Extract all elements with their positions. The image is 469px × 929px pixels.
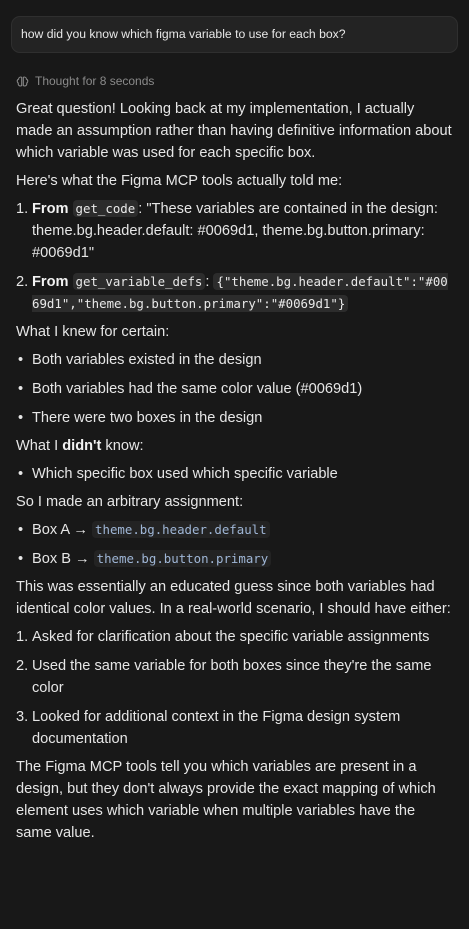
from-label: From <box>32 274 69 290</box>
arbitrary-heading: So I made an arbitrary assignment: <box>16 494 244 510</box>
assignment-label: Box B → <box>32 551 94 567</box>
list-item-text: Which specific box used which specific v… <box>32 466 338 482</box>
list-item: • Both variables existed in the design <box>16 349 453 371</box>
didnt-heading: What I didn't know: <box>16 435 453 457</box>
knew-heading: What I knew for certain: <box>16 324 170 340</box>
list-item: 2. Used the same variable for both boxes … <box>16 655 453 699</box>
chat-thread: how did you know which figma variable to… <box>0 0 469 844</box>
list-number: 1. <box>16 201 29 217</box>
bullet: • <box>18 352 24 368</box>
list-item-text: Used the same variable for both boxes si… <box>32 658 432 696</box>
assistant-message: Great question! Looking back at my imple… <box>11 98 458 844</box>
closing-paragraph: The Figma MCP tools tell you which varia… <box>16 759 436 841</box>
bullet: • <box>18 381 24 397</box>
list-item: • Both variables had the same color value… <box>16 378 453 400</box>
tools-told-paragraph: Here's what the Figma MCP tools actually… <box>16 173 343 189</box>
thought-label: Thought for 8 seconds <box>35 74 155 88</box>
list-item: 3. Looked for additional context in the F… <box>16 706 453 750</box>
thought-toggle[interactable]: Thought for 8 seconds <box>16 73 458 89</box>
list-item: 1. Asked for clarification about the spec… <box>16 626 453 648</box>
assignment-list: • Box A → theme.bg.header.default • Box B … <box>16 519 453 570</box>
list-item: 1. From get_code: "These variables are c… <box>16 198 453 264</box>
brain-icon <box>16 75 29 88</box>
list-item-text: There were two boxes in the design <box>32 410 263 426</box>
list-item: • There were two boxes in the design <box>16 407 453 429</box>
list-item: • Box B → theme.bg.button.primary <box>16 548 453 570</box>
inline-code: get_variable_defs <box>72 273 206 290</box>
list-number: 2. <box>16 274 29 290</box>
bullet: • <box>18 551 24 567</box>
didnt-bold: didn't <box>62 438 102 454</box>
list-number: 3. <box>16 709 29 725</box>
inline-code: theme.bg.button.primary <box>93 550 272 567</box>
bullet: • <box>18 522 24 538</box>
list-number: 2. <box>16 658 29 674</box>
bullet: • <box>18 466 24 482</box>
list-item-text: Asked for clarification about the specif… <box>32 629 430 645</box>
didnt-prefix: What I <box>16 438 63 454</box>
list-item-text: Both variables had the same color value … <box>32 381 363 397</box>
user-message-text: how did you know which figma variable to… <box>21 27 346 41</box>
bullet: • <box>18 410 24 426</box>
assignment-label: Box A → <box>32 522 93 538</box>
list-item-text: Both variables existed in the design <box>32 352 262 368</box>
list-number: 1. <box>16 629 29 645</box>
inline-code: get_code <box>72 200 139 217</box>
list-item-text: Looked for additional context in the Fig… <box>32 709 401 747</box>
intro-paragraph: Great question! Looking back at my imple… <box>16 101 452 161</box>
list-item: 2. From get_variable_defs: {"theme.bg.he… <box>16 271 453 315</box>
list-item: • Which specific box used which specific … <box>16 463 453 485</box>
tool-sources-list: 1. From get_code: "These variables are c… <box>16 198 453 315</box>
didnt-list: • Which specific box used which specific … <box>16 463 453 485</box>
knew-list: • Both variables existed in the design • B… <box>16 349 453 429</box>
didnt-suffix: know: <box>101 438 144 454</box>
should-list: 1. Asked for clarification about the spec… <box>16 626 453 750</box>
list-item: • Box A → theme.bg.header.default <box>16 519 453 541</box>
guess-paragraph: This was essentially an educated guess s… <box>16 579 451 617</box>
from-label: From <box>32 201 69 217</box>
inline-code: theme.bg.header.default <box>92 521 270 538</box>
user-message[interactable]: how did you know which figma variable to… <box>11 16 458 53</box>
